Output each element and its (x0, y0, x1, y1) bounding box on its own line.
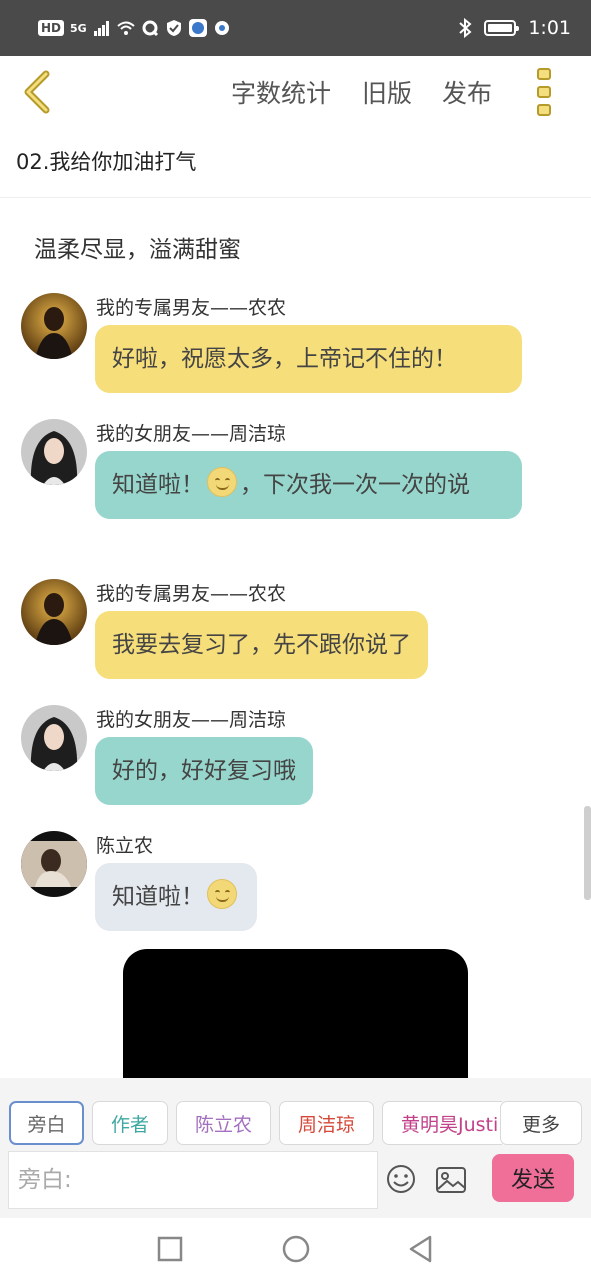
role-chip-label: 黄明昊Justin (401, 1113, 502, 1136)
status-time: 1:01 (528, 17, 571, 39)
message-text: 知道啦！ (112, 472, 204, 498)
sender-name: 陈立农 (96, 835, 154, 857)
sender-name: 我的女朋友——周洁琼 (96, 709, 287, 731)
chapter-title[interactable]: 02.我给你加油打气 (16, 146, 196, 176)
shield-icon (166, 20, 181, 36)
role-chip-narration[interactable]: 旁白 (9, 1101, 84, 1145)
emoji-icon[interactable] (386, 1164, 416, 1194)
old-version-button[interactable]: 旧版 (362, 74, 412, 110)
battery-icon (484, 20, 520, 36)
role-chip-chenlinong[interactable]: 陈立农 (176, 1101, 271, 1145)
sender-name: 我的专属男友——农农 (96, 297, 287, 319)
image-icon[interactable] (435, 1166, 467, 1194)
image-message[interactable] (123, 949, 468, 1089)
scrollbar-thumb[interactable] (584, 806, 591, 900)
hd-badge: HD (38, 20, 65, 36)
message-bubble[interactable]: 我要去复习了，先不跟你说了 (95, 611, 428, 679)
message-bubble[interactable]: 好啦，祝愿太多，上帝记不住的！ (95, 325, 522, 393)
status-bar: HD 5G 1:01 (0, 0, 591, 56)
signal-icon (93, 21, 109, 36)
avatar[interactable] (21, 831, 87, 897)
role-chip-label: 陈立农 (194, 1113, 252, 1136)
role-chip-label: 周洁琼 (297, 1113, 355, 1136)
avatar[interactable] (21, 705, 87, 771)
q-app-icon (142, 20, 158, 37)
role-chip-label: 更多 (521, 1113, 560, 1136)
avatar[interactable] (21, 419, 87, 485)
role-chip-author[interactable]: 作者 (92, 1101, 168, 1145)
message-text: ，下次我一次一次的说 (240, 472, 470, 498)
recent-apps-icon[interactable] (155, 1234, 185, 1264)
chat-message: 我的专属男友——农农 我要去复习了，先不跟你说了 (21, 579, 541, 689)
home-icon[interactable] (281, 1234, 311, 1264)
sender-name: 我的专属男友——农农 (96, 583, 287, 605)
chat-message: 我的专属男友——农农 好啦，祝愿太多，上帝记不住的！ (21, 293, 541, 403)
sender-name: 我的女朋友——周洁琼 (96, 423, 287, 445)
browser-app-icon (214, 21, 229, 35)
smile-emoji-icon (207, 879, 237, 909)
word-count-button[interactable]: 字数统计 (231, 74, 331, 110)
system-nav-bar (0, 1218, 591, 1280)
back-icon[interactable] (406, 1234, 436, 1264)
message-text: 知道啦！ (112, 884, 204, 910)
role-chip-label: 旁白 (27, 1113, 66, 1136)
role-chip-zhoujieqiong[interactable]: 周洁琼 (279, 1101, 374, 1145)
message-bubble[interactable]: 知道啦！ ，下次我一次一次的说 (95, 451, 522, 519)
more-roles-button[interactable]: 更多 (500, 1101, 582, 1145)
message-input[interactable] (8, 1151, 378, 1209)
chat-message: 我的女朋友——周洁琼 好的，好好复习哦 (21, 705, 541, 815)
message-bubble[interactable]: 知道啦！ (95, 863, 257, 931)
publish-button[interactable]: 发布 (442, 74, 492, 110)
network-label: 5G (70, 21, 87, 35)
send-button[interactable]: 发送 (492, 1154, 574, 1202)
role-chip-label: 作者 (110, 1113, 149, 1136)
smile-emoji-icon (207, 467, 237, 497)
avatar[interactable] (21, 293, 87, 359)
chat-message: 我的女朋友——周洁琼 知道啦！ ，下次我一次一次的说 (21, 419, 541, 559)
globe-app-icon (188, 19, 207, 37)
top-toolbar: 字数统计 旧版 发布 (0, 56, 591, 128)
bluetooth-icon (459, 18, 472, 38)
avatar[interactable] (21, 579, 87, 645)
message-bubble[interactable]: 好的，好好复习哦 (95, 737, 313, 805)
wifi-icon (117, 21, 135, 35)
chat-message: 陈立农 知道啦！ (21, 831, 541, 941)
more-options-icon[interactable] (530, 68, 558, 116)
role-chip-huangminghao[interactable]: 黄明昊Justin (382, 1101, 502, 1145)
back-arrow-icon[interactable] (18, 68, 58, 116)
narration-text: 温柔尽显，溢满甜蜜 (34, 237, 241, 263)
divider (0, 197, 591, 198)
